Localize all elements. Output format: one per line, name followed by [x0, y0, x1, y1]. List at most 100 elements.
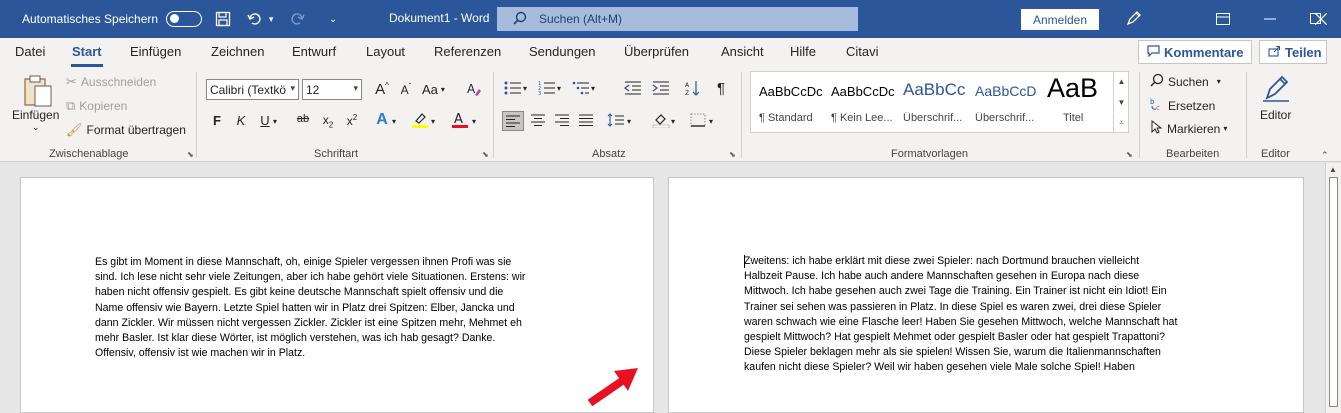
chevron-down-icon[interactable]: ▾: [557, 84, 561, 93]
align-left-icon[interactable]: [502, 111, 524, 131]
cut-button[interactable]: ✂ Ausschneiden: [66, 74, 156, 90]
chevron-down-icon[interactable]: ▾: [273, 117, 277, 126]
scrollbar-thumb[interactable]: [1329, 177, 1338, 407]
numbering-icon[interactable]: 123: [537, 80, 557, 99]
line-spacing-icon[interactable]: [606, 113, 626, 130]
styles-scroll-down-icon[interactable]: ▼: [1113, 92, 1129, 112]
cut-label: Ausschneiden: [80, 75, 157, 89]
undo-icon[interactable]: [244, 8, 266, 30]
font-launcher-icon[interactable]: ⬊: [482, 150, 489, 159]
multilevel-list-icon[interactable]: [571, 80, 591, 99]
tab-ueberpruefen[interactable]: Überprüfen: [624, 44, 689, 59]
tab-ansicht[interactable]: Ansicht: [721, 44, 764, 59]
ribbon-options-icon[interactable]: [1200, 0, 1246, 38]
chevron-down-icon[interactable]: ▾: [709, 117, 713, 126]
font-size-combo[interactable]: 12 ▾: [302, 79, 362, 100]
chevron-down-icon[interactable]: ▾: [523, 84, 527, 93]
customize-toolbar-icon[interactable]: ⌄: [322, 8, 344, 30]
style-title[interactable]: AaB Titel: [1039, 72, 1111, 132]
save-icon[interactable]: [212, 8, 234, 30]
grow-font-icon[interactable]: A^: [372, 81, 392, 98]
undo-dropdown-icon[interactable]: ▾: [266, 8, 276, 30]
search-box[interactable]: Suchen (Alt+M): [497, 7, 858, 31]
replace-button[interactable]: bc Ersetzen: [1150, 97, 1215, 114]
tab-sendungen[interactable]: Sendungen: [529, 44, 596, 59]
collapse-ribbon-icon[interactable]: ⌃: [1321, 150, 1329, 161]
chevron-down-icon[interactable]: ▾: [591, 84, 595, 93]
vertical-scrollbar[interactable]: ▲: [1325, 163, 1341, 413]
change-case-button[interactable]: Aa ▾: [422, 82, 445, 97]
chevron-down-icon[interactable]: ▾: [392, 117, 396, 126]
styles-gallery: AaBbCcDc ¶ Standard AaBbCcDc ¶ Kein Lee.…: [750, 71, 1129, 133]
tab-einfuegen[interactable]: Einfügen: [130, 44, 181, 59]
tab-start[interactable]: Start: [72, 44, 102, 59]
editor-button[interactable]: Editor: [1260, 108, 1291, 122]
find-button[interactable]: Suchen ▾: [1150, 73, 1221, 90]
style-heading-1[interactable]: AaBbCc Überschrif...: [895, 72, 967, 132]
page-right[interactable]: Zweitens: ich habe erklärt mit diese zwe…: [668, 177, 1304, 413]
redo-icon[interactable]: [286, 8, 308, 30]
paste-button[interactable]: [18, 74, 58, 111]
italic-button[interactable]: K: [231, 113, 251, 128]
chevron-down-icon[interactable]: ▾: [431, 117, 435, 126]
page-left[interactable]: Es gibt im Moment in diese Mannschaft, o…: [20, 177, 654, 413]
paste-dropdown-icon[interactable]: ⌄: [32, 122, 40, 133]
style-sample: AaBbCcDc: [831, 84, 895, 99]
svg-text:A: A: [467, 82, 476, 96]
share-button[interactable]: Teilen: [1259, 40, 1327, 64]
subscript-button[interactable]: x2: [318, 113, 338, 129]
editor-icon[interactable]: [1261, 72, 1291, 104]
paste-label[interactable]: Einfügen: [12, 108, 59, 122]
style-standard[interactable]: AaBbCcDc ¶ Standard: [751, 72, 823, 132]
bold-button[interactable]: F: [207, 113, 227, 128]
shading-icon[interactable]: [651, 112, 671, 131]
increase-indent-icon[interactable]: [651, 80, 671, 99]
minimize-icon[interactable]: [1247, 0, 1293, 38]
styles-scroll-up-icon[interactable]: ▲: [1113, 71, 1129, 91]
autosave-toggle[interactable]: [166, 11, 203, 27]
pen-icon[interactable]: [1125, 9, 1143, 32]
style-heading-2[interactable]: AaBbCcD Überschrif...: [967, 72, 1039, 132]
format-painter-button[interactable]: 🖌 Format übertragen: [66, 122, 186, 138]
sort-icon[interactable]: AZ: [683, 80, 703, 99]
paragraph-launcher-icon[interactable]: ⬊: [729, 150, 736, 159]
justify-icon[interactable]: [576, 113, 596, 130]
text-effects-icon[interactable]: A: [372, 111, 392, 129]
styles-launcher-icon[interactable]: ⬊: [1126, 150, 1133, 159]
styles-more-icon[interactable]: ⩡: [1113, 113, 1129, 133]
tab-citavi[interactable]: Citavi: [846, 44, 879, 59]
strikethrough-button[interactable]: ab: [293, 113, 313, 125]
chevron-down-icon[interactable]: ▾: [671, 117, 675, 126]
font-color-icon[interactable]: A: [450, 111, 470, 132]
select-button[interactable]: Markieren ▾: [1150, 119, 1228, 137]
borders-icon[interactable]: [688, 113, 708, 130]
show-formatting-marks-icon[interactable]: ¶: [711, 80, 731, 97]
copy-button[interactable]: ⧉ Kopieren: [66, 98, 127, 114]
superscript-button[interactable]: x2: [342, 113, 362, 128]
chevron-down-icon[interactable]: ▾: [627, 117, 631, 126]
tab-referenzen[interactable]: Referenzen: [434, 44, 501, 59]
decrease-indent-icon[interactable]: [623, 80, 643, 99]
tab-zeichnen[interactable]: Zeichnen: [211, 44, 264, 59]
align-right-icon[interactable]: [552, 113, 572, 130]
highlight-icon[interactable]: [410, 111, 430, 132]
bullets-icon[interactable]: [503, 80, 523, 99]
tab-entwurf[interactable]: Entwurf: [292, 44, 336, 59]
style-no-spacing[interactable]: AaBbCcDc ¶ Kein Lee...: [823, 72, 895, 132]
align-center-icon[interactable]: [528, 113, 548, 130]
tab-layout[interactable]: Layout: [366, 44, 405, 59]
clipboard-launcher-icon[interactable]: ⬊: [187, 150, 194, 159]
comments-button[interactable]: Kommentare: [1138, 40, 1252, 64]
tab-hilfe[interactable]: Hilfe: [790, 44, 816, 59]
chevron-down-icon[interactable]: ▾: [472, 117, 476, 126]
tab-datei[interactable]: Datei: [15, 44, 45, 59]
scroll-up-icon[interactable]: ▲: [1329, 165, 1337, 174]
chevron-down-icon: ▾: [440, 85, 445, 94]
font-name-combo[interactable]: Calibri (Textkö ▾: [206, 79, 299, 100]
close-icon[interactable]: [1301, 0, 1341, 38]
clear-formatting-icon[interactable]: A: [464, 81, 484, 100]
shrink-font-icon[interactable]: Aˇ: [396, 82, 416, 97]
signin-button[interactable]: Anmelden: [1021, 9, 1099, 30]
underline-button[interactable]: U: [255, 113, 275, 128]
chevron-down-icon: ▾: [1223, 124, 1228, 133]
